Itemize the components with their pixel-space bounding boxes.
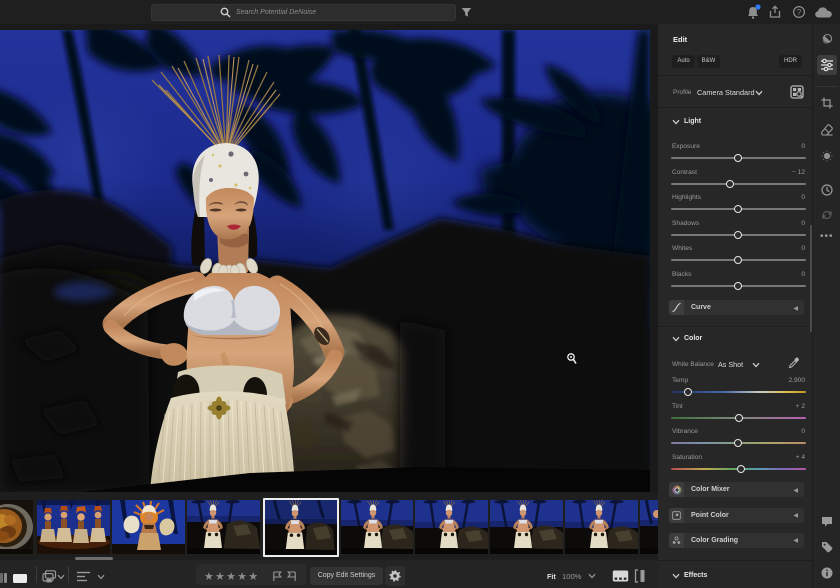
svg-text:?: ?: [797, 8, 802, 17]
